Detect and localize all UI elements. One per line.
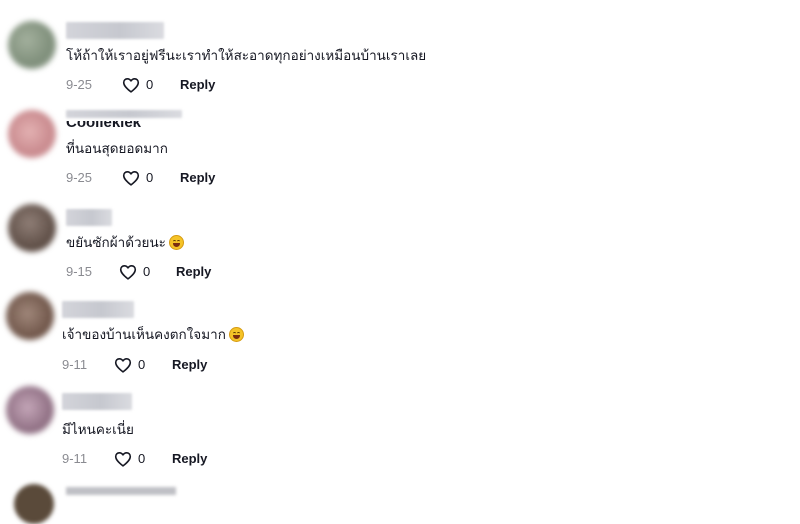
- like-button[interactable]: 0: [119, 264, 150, 280]
- avatar[interactable]: [8, 110, 56, 158]
- heart-outline-icon: [122, 171, 140, 186]
- like-button[interactable]: 0: [114, 451, 145, 467]
- avatar[interactable]: [6, 292, 54, 340]
- comment-text: ขยันซักผ้าด้วยนะ: [66, 234, 184, 252]
- heart-outline-icon: [114, 452, 132, 467]
- username-redacted[interactable]: [66, 110, 182, 118]
- comment-text: มีไหนคะเนี่ย: [62, 422, 134, 438]
- comment-date: 9-25: [66, 170, 93, 185]
- reply-button[interactable]: Reply: [176, 264, 211, 280]
- comment-item: มีไหนคะเนี่ย 9-11 0 Reply: [0, 0, 800, 467]
- comment-actions: 9-11 0 Reply: [62, 451, 262, 467]
- comment-date: 9-11: [62, 451, 88, 466]
- username-redacted[interactable]: [62, 301, 134, 318]
- like-count: 0: [138, 451, 146, 466]
- like-button[interactable]: 0: [114, 357, 145, 373]
- reply-button[interactable]: Reply: [180, 170, 215, 186]
- username-partial[interactable]: Coolleklek: [66, 121, 141, 130]
- username-redacted[interactable]: [66, 209, 112, 226]
- like-button[interactable]: 0: [122, 170, 153, 186]
- username-redacted[interactable]: [62, 393, 132, 410]
- comment-text: ที่นอนสุดยอดมาก: [66, 141, 168, 157]
- avatar[interactable]: [6, 386, 54, 434]
- grinning-sweat-emoji: [168, 235, 184, 250]
- like-count: 0: [138, 357, 146, 372]
- avatar[interactable]: [14, 484, 54, 524]
- comment-actions: 9-11 0 Reply: [62, 357, 262, 373]
- username-redacted[interactable]: [66, 487, 176, 495]
- comment-actions: 9-15 0 Reply: [66, 264, 266, 280]
- comment-actions: 9-25 0 Reply: [66, 170, 266, 186]
- reply-button[interactable]: Reply: [172, 451, 207, 467]
- heart-outline-icon: [119, 265, 137, 280]
- grinning-sweat-emoji: [228, 327, 244, 342]
- comment-text: เจ้าของบ้านเห็นคงตกใจมาก: [62, 326, 244, 344]
- avatar[interactable]: [8, 204, 56, 252]
- heart-outline-icon: [114, 358, 132, 373]
- comment-date: 9-15: [66, 264, 93, 279]
- comment-date: 9-11: [62, 357, 88, 372]
- reply-button[interactable]: Reply: [172, 357, 207, 373]
- like-count: 0: [143, 264, 151, 279]
- like-count: 0: [146, 170, 154, 185]
